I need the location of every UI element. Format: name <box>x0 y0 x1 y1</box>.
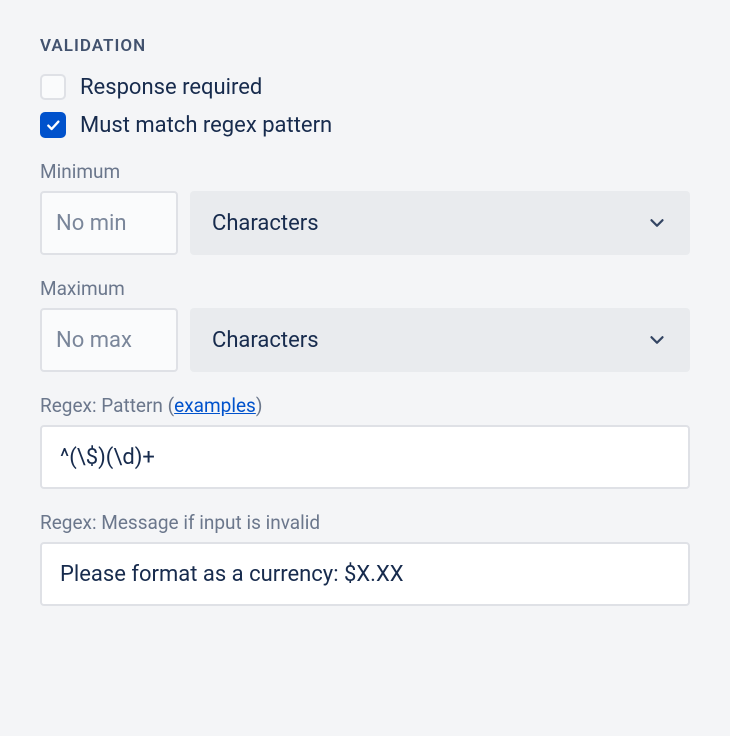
check-icon <box>45 117 61 133</box>
minimum-unit-dropdown[interactable]: Characters <box>190 191 690 255</box>
regex-pattern-label: Regex: Pattern (examples) <box>40 394 690 417</box>
regex-message-label: Regex: Message if input is invalid <box>40 511 690 534</box>
match-regex-row[interactable]: Must match regex pattern <box>40 112 690 138</box>
regex-examples-link[interactable]: examples <box>174 394 256 417</box>
match-regex-checkbox[interactable] <box>40 112 66 138</box>
minimum-unit-text: Characters <box>212 211 319 236</box>
chevron-down-icon <box>646 212 668 234</box>
maximum-input[interactable] <box>40 308 178 372</box>
minimum-group: Minimum Characters <box>40 160 690 255</box>
regex-pattern-input[interactable] <box>40 425 690 489</box>
section-title: VALIDATION <box>40 36 690 56</box>
maximum-unit-dropdown[interactable]: Characters <box>190 308 690 372</box>
chevron-down-icon <box>646 329 668 351</box>
maximum-unit-text: Characters <box>212 328 319 353</box>
maximum-label: Maximum <box>40 277 690 300</box>
minimum-label: Minimum <box>40 160 690 183</box>
match-regex-label: Must match regex pattern <box>80 113 332 138</box>
response-required-row[interactable]: Response required <box>40 74 690 100</box>
regex-message-group: Regex: Message if input is invalid <box>40 511 690 606</box>
regex-pattern-label-prefix: Regex: Pattern ( <box>40 394 174 417</box>
response-required-checkbox[interactable] <box>40 74 66 100</box>
regex-pattern-group: Regex: Pattern (examples) <box>40 394 690 489</box>
regex-pattern-label-suffix: ) <box>256 394 263 417</box>
minimum-input[interactable] <box>40 191 178 255</box>
maximum-group: Maximum Characters <box>40 277 690 372</box>
regex-message-input[interactable] <box>40 542 690 606</box>
response-required-label: Response required <box>80 75 262 100</box>
validation-section: VALIDATION Response required Must match … <box>40 36 690 606</box>
